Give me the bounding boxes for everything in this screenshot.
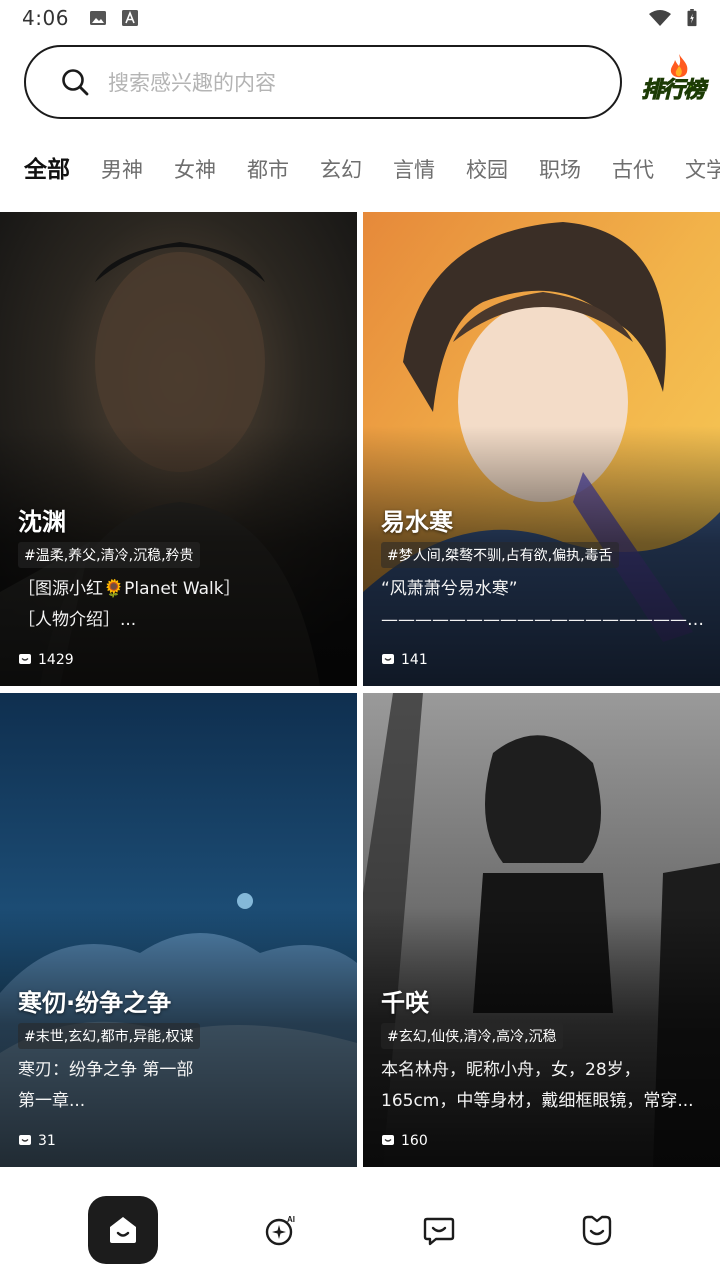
description-line: 本名林舟，昵称小舟，女，28岁， — [381, 1060, 641, 1080]
tab-fantasy[interactable]: 玄幻 — [320, 148, 362, 192]
search-row: 搜索感兴趣的内容 排行榜 — [24, 44, 714, 120]
description-line: ————————————————————... — [381, 610, 706, 630]
character-card[interactable]: 寒仞·纷争之争 #末世,玄幻,都市,异能,权谋 寒刃：纷争之争 第一部 第一章.… — [0, 693, 357, 1167]
nav-messages[interactable] — [404, 1196, 474, 1264]
character-name: 沈渊 — [18, 508, 66, 536]
description-line: ［人物介绍］... — [18, 610, 137, 630]
character-description: 本名林舟，昵称小舟，女，28岁， 165cm，中等身材，戴细框眼镜，常穿... — [381, 1055, 706, 1117]
description-line: “风萧萧兮易水寒” — [381, 579, 518, 599]
character-description: ［图源小红🌻Planet Walk］ ［人物介绍］... — [18, 574, 343, 636]
chat-count-icon — [19, 1135, 31, 1145]
chat-count: 141 — [381, 652, 428, 668]
chat-count-value: 141 — [401, 652, 428, 668]
character-grid: 沈渊 #温柔,养父,清冷,沉稳,矜贵 ［图源小红🌻Planet Walk］ ［人… — [0, 212, 720, 1172]
bottom-nav: AI — [0, 1180, 720, 1280]
search-icon — [62, 69, 89, 96]
svg-text:AI: AI — [287, 1215, 295, 1224]
font-a-icon — [121, 10, 138, 26]
search-input[interactable]: 搜索感兴趣的内容 — [24, 45, 622, 119]
character-name: 千咲 — [381, 989, 429, 1017]
description-line: 165cm，中等身材，戴细框眼镜，常穿... — [381, 1091, 694, 1111]
tab-male-god[interactable]: 男神 — [101, 148, 143, 192]
wifi-icon — [649, 10, 671, 26]
chat-count-value: 160 — [401, 1133, 428, 1149]
character-description: “风萧萧兮易水寒” ————————————————————... — [381, 574, 706, 636]
tab-female-god[interactable]: 女神 — [174, 148, 216, 192]
status-icons-left — [89, 9, 139, 27]
chat-count-icon — [382, 654, 394, 664]
ranking-label: 排行榜 — [641, 78, 706, 104]
tab-campus[interactable]: 校园 — [466, 148, 508, 192]
status-bar: 4:06 — [0, 0, 720, 36]
chat-count-icon — [19, 654, 31, 664]
chat-count-value: 31 — [38, 1133, 56, 1149]
ranking-button[interactable]: 排行榜 — [636, 52, 710, 112]
character-tags: #梦人间,桀骜不驯,占有欲,偏执,毒舌 — [381, 542, 619, 568]
character-card[interactable]: 沈渊 #温柔,养父,清冷,沉稳,矜贵 ［图源小红🌻Planet Walk］ ［人… — [0, 212, 357, 686]
chat-count: 160 — [381, 1133, 428, 1149]
battery-charging-icon — [687, 9, 697, 27]
status-icons-right — [648, 9, 698, 27]
character-card[interactable]: 易水寒 #梦人间,桀骜不驯,占有欲,偏执,毒舌 “风萧萧兮易水寒” ——————… — [363, 212, 720, 686]
search-placeholder: 搜索感兴趣的内容 — [108, 71, 276, 95]
chat-count: 1429 — [18, 652, 74, 668]
nav-home[interactable] — [88, 1196, 158, 1264]
tab-label: 全部 — [24, 157, 70, 183]
tab-ancient[interactable]: 古代 — [612, 148, 654, 192]
character-tags: #温柔,养父,清冷,沉稳,矜贵 — [18, 542, 200, 568]
character-tags: #末世,玄幻,都市,异能,权谋 — [18, 1023, 200, 1049]
description-line: 寒刃：纷争之争 第一部 — [18, 1060, 194, 1080]
status-time: 4:06 — [22, 6, 69, 30]
chat-count-value: 1429 — [38, 652, 74, 668]
character-name: 寒仞·纷争之争 — [18, 989, 172, 1017]
tab-all[interactable]: 全部 — [24, 148, 70, 192]
tab-urban[interactable]: 都市 — [247, 148, 289, 192]
character-name: 易水寒 — [381, 508, 453, 536]
nav-ai[interactable]: AI — [246, 1196, 316, 1264]
ai-sparkle-icon: AI — [265, 1215, 295, 1246]
profile-face-icon — [582, 1215, 612, 1246]
character-description: 寒刃：纷争之争 第一部 第一章... — [18, 1055, 343, 1117]
description-line: ［图源小红🌻Planet Walk］ — [18, 579, 241, 599]
character-card[interactable]: 千咲 #玄幻,仙侠,清冷,高冷,沉稳 本名林舟，昵称小舟，女，28岁， 165c… — [363, 693, 720, 1167]
nav-profile[interactable] — [562, 1196, 632, 1264]
tab-romance[interactable]: 言情 — [393, 148, 435, 192]
description-line: 第一章... — [18, 1091, 86, 1111]
home-face-icon — [110, 1217, 136, 1243]
tab-literature[interactable]: 文学 — [685, 148, 720, 192]
category-tabs: 全部 男神 女神 都市 玄幻 言情 校园 职场 古代 文学 — [24, 148, 720, 192]
chat-count: 31 — [18, 1133, 56, 1149]
character-tags: #玄幻,仙侠,清冷,高冷,沉稳 — [381, 1023, 563, 1049]
chat-count-icon — [382, 1135, 394, 1145]
image-icon — [89, 11, 106, 25]
tab-workplace[interactable]: 职场 — [539, 148, 581, 192]
chat-bubble-icon — [423, 1217, 455, 1246]
